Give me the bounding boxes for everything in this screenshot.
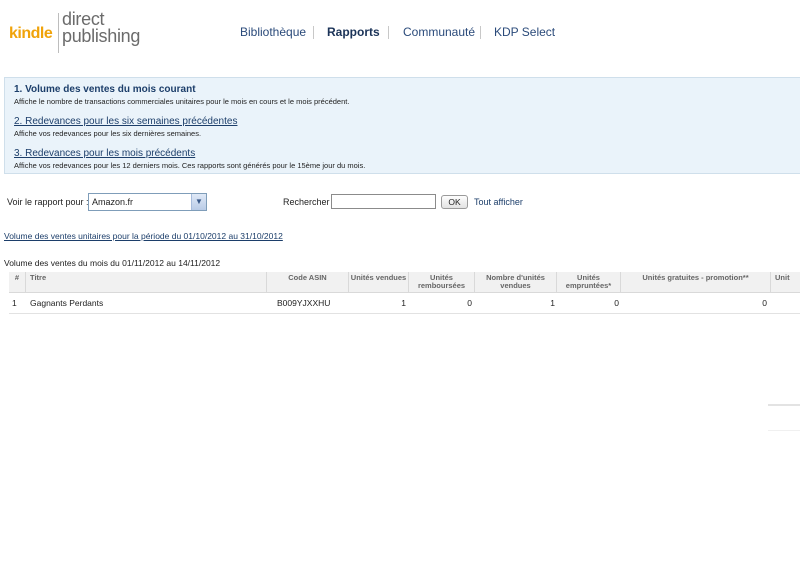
marketplace-select-value: Amazon.fr: [92, 197, 134, 207]
col-header-borrowed[interactable]: Unités empruntées*: [557, 272, 621, 292]
horizontal-scrollbar-fragment[interactable]: [768, 404, 800, 431]
cell-free-promo: 0: [762, 298, 767, 308]
report-option-desc: Affiche le nombre de transactions commer…: [14, 97, 350, 106]
report-option-six-weeks: 2. Redevances pour les six semaines préc…: [14, 116, 237, 138]
col-header-refunded[interactable]: Unités remboursées: [409, 272, 475, 292]
header: kindle direct publishing Bibliothèque Ra…: [0, 0, 800, 68]
cell-num: 1: [12, 298, 17, 308]
report-option-title: 1. Volume des ventes du mois courant: [14, 84, 196, 95]
report-option-current-month: 1. Volume des ventes du mois courant Aff…: [14, 84, 349, 106]
report-option-link[interactable]: 3. Redevances pour les mois précédents: [14, 148, 365, 159]
table-header: # Titre Code ASIN Unités vendues Unités …: [9, 272, 800, 293]
report-option-desc: Affiche vos redevances pour les 12 derni…: [14, 161, 366, 170]
nav-kdp-select[interactable]: KDP Select: [494, 25, 555, 39]
cell-net: 1: [550, 298, 555, 308]
cell-asin: B009YJXXHU: [277, 298, 331, 308]
col-header-title[interactable]: Titre: [26, 272, 267, 292]
col-header-free-promo[interactable]: Unités gratuites - promotion**: [621, 272, 771, 292]
report-option-previous-months: 3. Redevances pour les mois précédents A…: [14, 148, 365, 170]
logo-kindle-text: kindle: [9, 25, 53, 42]
cell-borrowed: 0: [614, 298, 619, 308]
report-marketplace-label: Voir le rapport pour :: [7, 197, 89, 207]
nav-communaute[interactable]: Communauté: [403, 25, 475, 39]
report-option-desc: Affiche vos redevances pour les six dern…: [14, 129, 202, 138]
cell-title: Gagnants Perdants: [30, 298, 104, 308]
show-all-link[interactable]: Tout afficher: [474, 197, 523, 207]
nav-divider: [388, 26, 389, 39]
nav-bibliotheque[interactable]: Bibliothèque: [240, 25, 306, 39]
sales-table: # Titre Code ASIN Unités vendues Unités …: [9, 272, 800, 314]
col-header-num[interactable]: #: [9, 272, 26, 292]
report-option-link[interactable]: 2. Redevances pour les six semaines préc…: [14, 116, 237, 127]
cell-sold: 1: [401, 298, 406, 308]
nav-divider: [480, 26, 481, 39]
col-header-asin[interactable]: Code ASIN: [267, 272, 349, 292]
report-caption: Volume des ventes du mois du 01/11/2012 …: [4, 258, 221, 268]
nav-rapports[interactable]: Rapports: [327, 25, 380, 39]
search-input[interactable]: [331, 194, 436, 209]
chevron-down-icon[interactable]: ▼: [191, 194, 206, 210]
nav-divider: [313, 26, 314, 39]
col-header-sold[interactable]: Unités vendues: [349, 272, 409, 292]
search-ok-button[interactable]: OK: [441, 195, 468, 209]
table-row: 1 Gagnants Perdants B009YJXXHU 1 0 1 0 0: [9, 293, 800, 314]
previous-period-link[interactable]: Volume des ventes unitaires pour la péri…: [4, 231, 283, 241]
col-header-net[interactable]: Nombre d'unités vendues: [475, 272, 557, 292]
logo-direct-publishing: direct publishing: [62, 10, 141, 46]
marketplace-select[interactable]: Amazon.fr ▼: [88, 193, 207, 211]
cell-refunded: 0: [467, 298, 472, 308]
report-type-panel: 1. Volume des ventes du mois courant Aff…: [4, 77, 800, 174]
col-header-extra[interactable]: Unit: [771, 272, 800, 292]
search-label: Rechercher: [283, 197, 330, 207]
logo-line-publishing: publishing: [62, 26, 141, 46]
logo-divider: [58, 13, 59, 53]
